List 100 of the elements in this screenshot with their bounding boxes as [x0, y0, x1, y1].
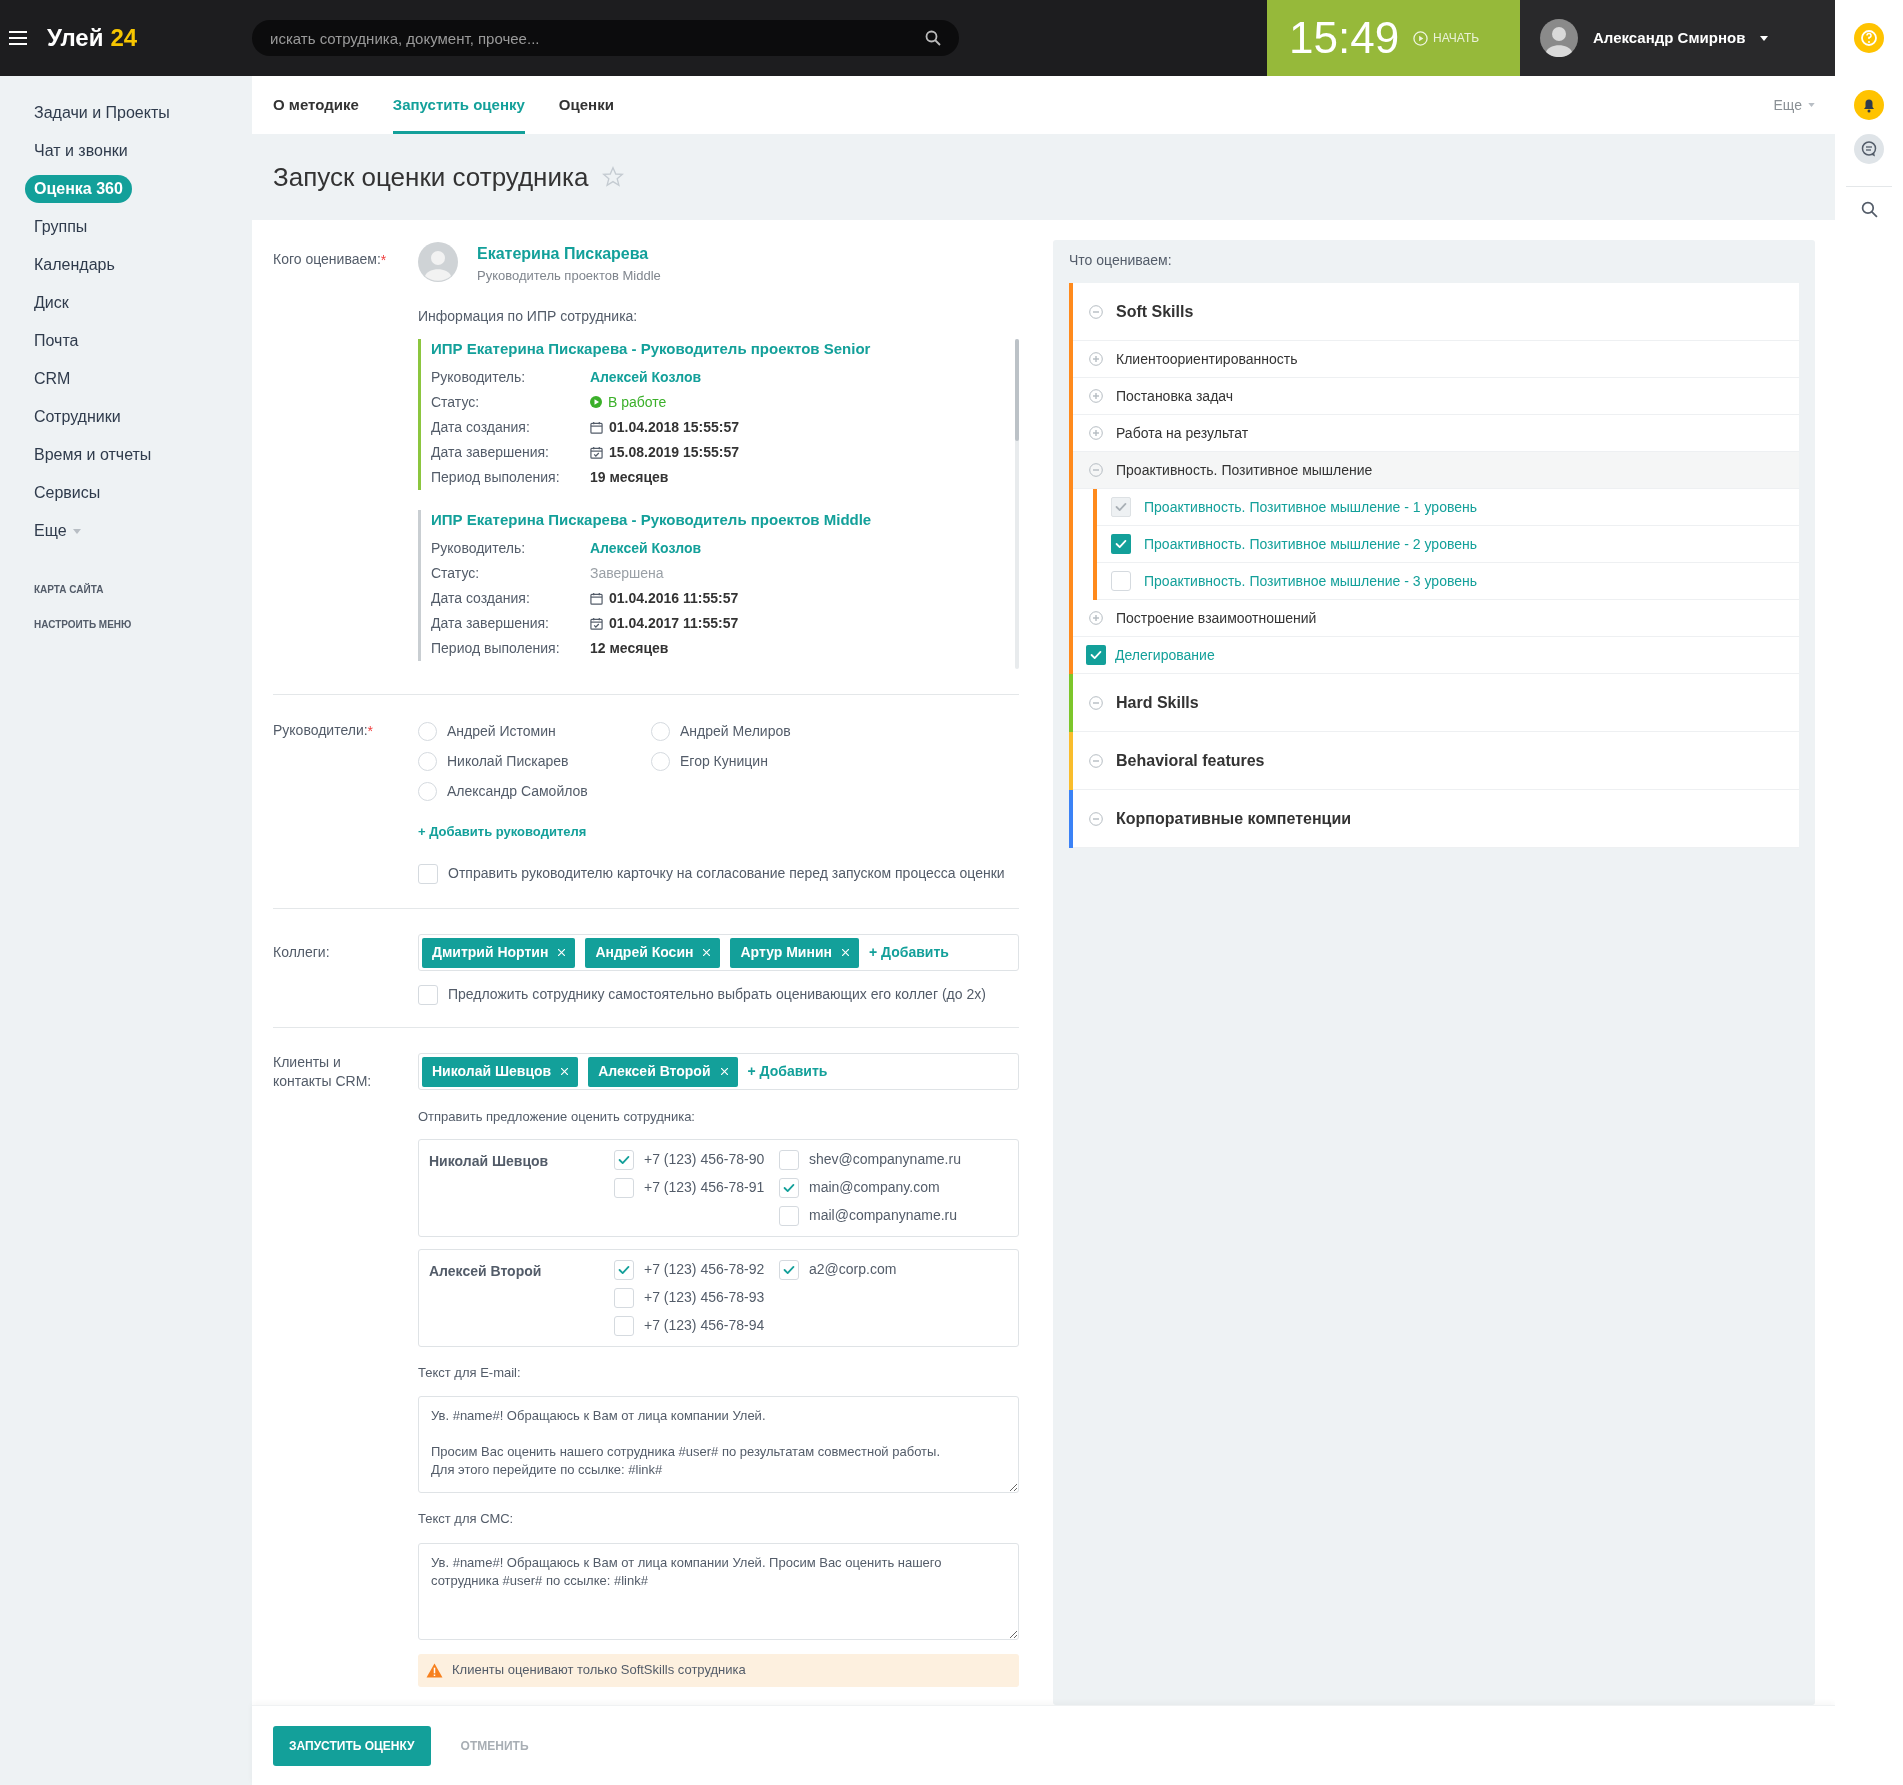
tree-row[interactable]: Постановка задач: [1073, 378, 1799, 415]
period-value: 12 месяцев: [590, 638, 669, 658]
row-label: Постановка задач: [1116, 386, 1234, 406]
collapse-icon[interactable]: [1089, 304, 1103, 319]
sidebar-item[interactable]: Сотрудники: [34, 398, 121, 436]
collapse-icon[interactable]: [1089, 753, 1103, 768]
checkbox[interactable]: [614, 1149, 634, 1170]
radio-button[interactable]: [651, 751, 670, 771]
email-label: shev@companyname.ru: [809, 1150, 961, 1169]
contact-name: Алексей Второй: [429, 1261, 543, 1281]
collapse-icon[interactable]: [1089, 463, 1103, 477]
field-label: Статус:: [431, 563, 481, 583]
sidebar-item[interactable]: Диск: [34, 284, 69, 322]
menu-icon[interactable]: [9, 31, 27, 45]
play-icon: [1413, 30, 1429, 46]
warning-icon: [426, 1662, 443, 1678]
checkbox[interactable]: [418, 984, 438, 1005]
checkbox-label: Проактивность. Позитивное мышление - 2 уровень: [1144, 534, 1477, 554]
tree-row[interactable]: Проактивность. Позитивное мышление: [1073, 452, 1799, 489]
email-text-field[interactable]: Ув. #name#! Обращаюсь к Вам от лица компании Улей. Просим Вас оценить нашего сотрудника #user# по результатам совместной работы. Для этого перейдите по ссылке: #link#: [418, 1396, 1019, 1493]
close-icon[interactable]: [842, 949, 849, 956]
checkbox[interactable]: [418, 863, 438, 884]
date-value: 01.04.2018 15:55:57: [609, 417, 739, 437]
close-icon[interactable]: [561, 1068, 569, 1075]
checkbox[interactable]: [614, 1315, 634, 1336]
checkbox[interactable]: [614, 1287, 634, 1308]
tree-row[interactable]: Построение взаимоотношений: [1073, 600, 1799, 637]
group-title[interactable]: Soft Skills: [1116, 299, 1194, 324]
date-value: 15.08.2019 15:55:57: [609, 442, 739, 462]
checkbox[interactable]: [614, 1259, 634, 1280]
sidebar-item[interactable]: CRM: [34, 360, 71, 398]
expand-icon[interactable]: [1089, 352, 1103, 366]
search-field[interactable]: искать сотрудника, документ, прочее...: [252, 20, 959, 56]
sidebar-more[interactable]: Еще: [34, 512, 81, 550]
radio-button[interactable]: [418, 751, 437, 771]
close-icon[interactable]: [703, 949, 711, 956]
email-label: a2@corp.com: [809, 1260, 897, 1279]
checkbox[interactable]: [779, 1205, 799, 1226]
date-value: 01.04.2017 11:55:57: [609, 613, 739, 633]
required-mark: *: [380, 251, 387, 270]
checkbox[interactable]: [779, 1149, 799, 1170]
tree-row[interactable]: Клиентоориентированность: [1073, 341, 1799, 378]
sidebar-link[interactable]: НАСТРОИТЬ МЕНЮ: [34, 617, 132, 632]
star-icon[interactable]: [602, 166, 625, 188]
checkbox[interactable]: [1111, 571, 1131, 591]
sidebar-item[interactable]: Время и отчеты: [34, 436, 152, 474]
checkbox-label: Проактивность. Позитивное мышление - 3 уровень: [1144, 571, 1477, 591]
radio-label: Александр Самойлов: [447, 781, 588, 801]
sms-text-field[interactable]: Ув. #name#! Обращаюсь к Вам от лица компании Улей. Просим Вас оценить нашего сотрудника #user# по ссылке: #link#: [418, 1542, 1019, 1640]
user-name: Александр Смирнов: [1593, 27, 1746, 48]
sidebar-item[interactable]: Чат и звонки: [34, 132, 128, 170]
user-menu[interactable]: Александр Смирнов: [1520, 0, 1835, 76]
caret-icon: [1760, 35, 1769, 41]
sidebar-item[interactable]: Календарь: [34, 246, 115, 284]
expand-icon[interactable]: [1089, 611, 1103, 625]
search-icon[interactable]: [1860, 201, 1878, 218]
expand-icon[interactable]: [1089, 389, 1103, 403]
field-label: Дата завершения:: [431, 442, 550, 462]
radio-label: Егор Куницин: [680, 751, 768, 771]
checkbox[interactable]: [779, 1177, 799, 1198]
close-icon[interactable]: [558, 949, 566, 956]
calendar-icon: [590, 445, 603, 459]
tab[interactable]: О методике: [273, 76, 359, 134]
play-icon: [590, 396, 602, 408]
warning-text: Клиенты оценивают только SoftSkills сотрудника: [452, 1661, 746, 1680]
checkbox[interactable]: [1086, 645, 1106, 665]
section-caption: Информация по ИПР сотрудника:: [418, 306, 639, 326]
phone-label: +7 (123) 456-78-92: [644, 1260, 765, 1279]
checkbox[interactable]: [1111, 534, 1131, 554]
sidebar-link[interactable]: КАРТА САЙТА: [34, 582, 104, 597]
phone-label: +7 (123) 456-78-91: [644, 1178, 765, 1197]
checkbox[interactable]: [614, 1177, 634, 1198]
expand-icon[interactable]: [1089, 426, 1103, 440]
field-label: Кого оцениваем:: [273, 250, 381, 269]
radio-button[interactable]: [418, 781, 437, 801]
sidebar-item[interactable]: Сервисы: [34, 474, 101, 512]
group-title[interactable]: Behavioral features: [1116, 748, 1265, 773]
collapse-icon[interactable]: [1089, 695, 1103, 710]
close-icon[interactable]: [720, 1068, 728, 1075]
chat-icon[interactable]: [1854, 134, 1884, 164]
bell-icon[interactable]: [1854, 90, 1884, 120]
tag-label: Дмитрий Нортин: [432, 943, 549, 962]
tab[interactable]: Оценки: [558, 76, 614, 134]
sidebar-item[interactable]: Задачи и Проекты: [34, 94, 170, 132]
sidebar-item[interactable]: Группы: [34, 208, 88, 246]
group-title[interactable]: Hard Skills: [1116, 690, 1199, 715]
radio-button[interactable]: [651, 721, 670, 741]
email-label: main@company.com: [809, 1178, 940, 1197]
checkbox[interactable]: [779, 1259, 799, 1280]
field-label: Руководитель:: [431, 367, 527, 387]
collapse-icon[interactable]: [1089, 811, 1103, 826]
tag-label: Николай Шевцов: [432, 1062, 552, 1081]
radio-button[interactable]: [418, 721, 437, 741]
sidebar-item[interactable]: Почта: [34, 322, 79, 360]
scrollbar[interactable]: [1015, 338, 1019, 669]
help-icon[interactable]: [1854, 23, 1884, 53]
group-title[interactable]: Корпоративные компетенции: [1116, 806, 1352, 831]
tag-label: Алексей Второй: [598, 1062, 711, 1081]
field-label: Клиенты и контакты CRM:: [273, 1053, 373, 1091]
search-icon[interactable]: [925, 30, 941, 46]
